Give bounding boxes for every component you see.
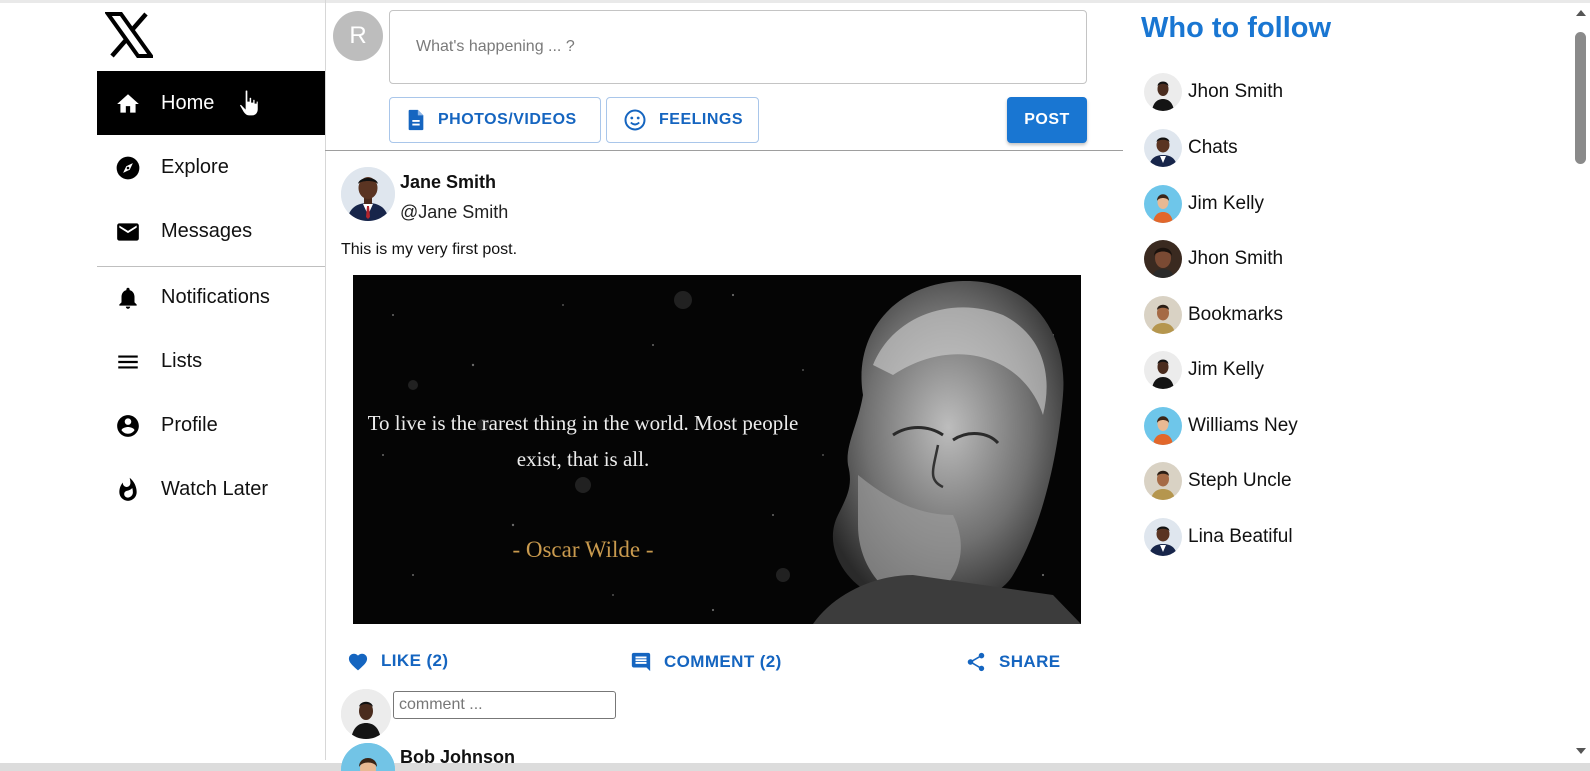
flame-icon (119, 477, 137, 501)
bell-icon (119, 287, 137, 309)
man-in-suit-avatar-image (341, 167, 395, 221)
who-to-follow-title: Who to follow (1141, 12, 1332, 44)
sidebar-item-lists[interactable]: Lists (97, 329, 325, 393)
comment-label: COMMENT (2) (664, 652, 782, 671)
sidebar-item-home[interactable]: Home (97, 71, 325, 135)
post-button[interactable]: POST (1007, 97, 1087, 143)
follow-item[interactable]: Steph Uncle (1144, 461, 1292, 501)
share-button[interactable]: SHARE (965, 651, 1061, 673)
scrollbar-thumb[interactable] (1575, 32, 1586, 164)
sidebar-item-watch-later[interactable]: Watch Later (97, 457, 325, 521)
avatar[interactable] (341, 167, 395, 221)
sidebar-item-profile[interactable]: Profile (97, 393, 325, 457)
avatar (1144, 240, 1182, 278)
follow-name: Jim Kelly (1188, 359, 1265, 380)
file-icon (408, 109, 424, 131)
x-logo-icon[interactable] (105, 12, 153, 58)
avatar (1144, 462, 1182, 500)
avatar (1144, 129, 1182, 167)
sidebar-item-messages[interactable]: Messages (97, 199, 325, 263)
share-label: SHARE (999, 652, 1061, 671)
avatar (1144, 518, 1182, 556)
avatar (1144, 73, 1182, 111)
feelings-label: FEELINGS (659, 111, 744, 128)
post-author-name[interactable]: Bob Johnson (400, 747, 515, 768)
column-divider (325, 0, 326, 760)
follow-name: Lina Beatiful (1188, 526, 1293, 547)
man-in-black-avatar-image (341, 689, 391, 739)
follow-name: Jim Kelly (1188, 193, 1265, 214)
avatar: R (333, 11, 383, 61)
comment-input[interactable] (393, 691, 616, 719)
sidebar-item-label: Notifications (161, 285, 270, 308)
follow-item[interactable]: Chats (1144, 128, 1238, 168)
post-text: This is my very first post. (341, 241, 518, 258)
heart-icon (348, 653, 368, 671)
like-button[interactable]: LIKE (2) (347, 651, 448, 671)
comment-button[interactable]: COMMENT (2) (630, 651, 782, 673)
avatar (341, 689, 391, 739)
mail-icon (117, 223, 139, 241)
post-author-handle: @Jane Smith (400, 202, 509, 222)
avatar (1144, 351, 1182, 389)
scroll-down-arrow-icon[interactable] (1576, 748, 1586, 754)
sidebar: Home Explore Messages Notifications List… (97, 0, 325, 760)
sidebar-item-label: Home (161, 91, 215, 114)
sidebar-item-label: Profile (161, 413, 218, 436)
composer-divider (325, 150, 1123, 151)
follow-item[interactable]: Lina Beatiful (1144, 517, 1293, 557)
sidebar-item-label: Messages (161, 219, 253, 242)
home-icon (117, 94, 139, 113)
sidebar-item-label: Watch Later (161, 477, 269, 500)
follow-name: Bookmarks (1188, 304, 1284, 325)
compass-icon (116, 156, 140, 180)
account-circle-icon (117, 415, 139, 437)
sidebar-item-label: Explore (161, 155, 229, 178)
post-author-name[interactable]: Jane Smith (400, 172, 496, 193)
sidebar-item-explore[interactable]: Explore (97, 135, 325, 199)
avatar (1144, 296, 1182, 334)
follow-item[interactable]: Jhon Smith (1144, 72, 1283, 112)
hand-cursor-icon (238, 89, 260, 117)
scroll-up-arrow-icon[interactable] (1576, 10, 1586, 16)
follow-name: Chats (1188, 137, 1238, 158)
follow-item[interactable]: Jhon Smith (1144, 239, 1283, 279)
smiley-icon (624, 109, 646, 131)
follow-item[interactable]: Jim Kelly (1144, 184, 1264, 224)
feelings-button[interactable]: FEELINGS (606, 97, 759, 143)
photos-videos-button[interactable]: PHOTOS/VIDEOS (389, 97, 601, 143)
whats-happening-input[interactable] (389, 10, 1087, 84)
scrollbar[interactable] (1572, 10, 1590, 762)
list-icon (118, 355, 138, 369)
comment-icon (631, 652, 651, 672)
follow-item[interactable]: Williams Ney (1144, 406, 1298, 446)
sidebar-item-label: Lists (161, 349, 203, 372)
follow-name: Jhon Smith (1188, 248, 1284, 269)
follow-item[interactable]: Bookmarks (1144, 295, 1283, 335)
follow-name: Jhon Smith (1188, 81, 1284, 102)
image-quote-text: To live is the rarest thing in the world… (367, 411, 799, 471)
avatar (1144, 185, 1182, 223)
post-image[interactable]: To live is the rarest thing in the world… (353, 275, 1081, 624)
share-icon (967, 652, 985, 672)
avatar (1144, 407, 1182, 445)
like-label: LIKE (2) (381, 651, 449, 670)
follow-name: Williams Ney (1188, 415, 1298, 436)
sidebar-item-notifications[interactable]: Notifications (97, 265, 325, 329)
follow-name: Steph Uncle (1188, 470, 1292, 491)
follow-item[interactable]: Jim Kelly (1144, 350, 1264, 390)
photos-videos-label: PHOTOS/VIDEOS (438, 111, 577, 128)
image-quote-author: - Oscar Wilde - (512, 537, 654, 562)
